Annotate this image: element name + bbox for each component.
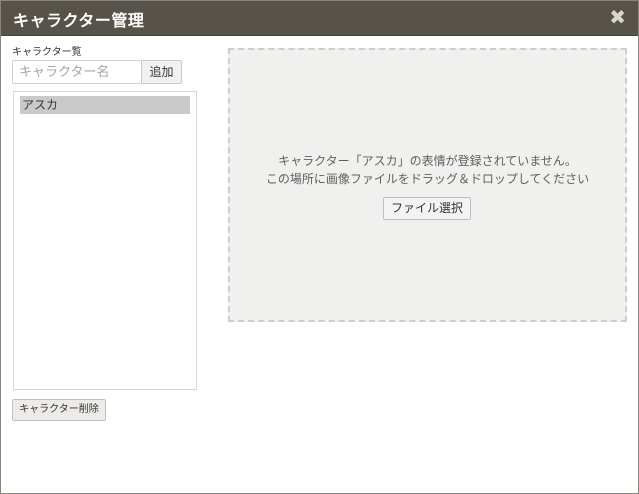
character-list-label: キャラクター覧 — [12, 47, 82, 58]
drop-zone-message-line2: この場所に画像ファイルをドラッグ＆ドロップしてください — [265, 172, 590, 186]
add-character-button[interactable]: 追加 — [141, 60, 182, 84]
image-drop-zone[interactable]: キャラクター「アスカ」の表情が登録されていません。 この場所に画像ファイルをドラ… — [228, 48, 627, 322]
dialog-title: キャラクター管理 — [13, 11, 145, 30]
dialog-titlebar: キャラクター管理 ✖ — [1, 1, 638, 36]
character-list-item[interactable]: アスカ — [20, 96, 190, 114]
drop-zone-message-line1: キャラクター「アスカ」の表情が登録されていません。 — [278, 154, 577, 168]
delete-character-button[interactable]: キャラクター削除 — [12, 399, 106, 421]
close-icon[interactable]: ✖ — [609, 6, 626, 28]
file-select-button[interactable]: ファイル選択 — [383, 197, 471, 220]
character-name-input[interactable] — [12, 60, 140, 84]
character-list[interactable]: アスカ — [13, 91, 197, 390]
character-management-dialog: キャラクター管理 ✖ キャラクター覧 追加 アスカ キャラクター削除 キャラクタ… — [0, 0, 639, 494]
